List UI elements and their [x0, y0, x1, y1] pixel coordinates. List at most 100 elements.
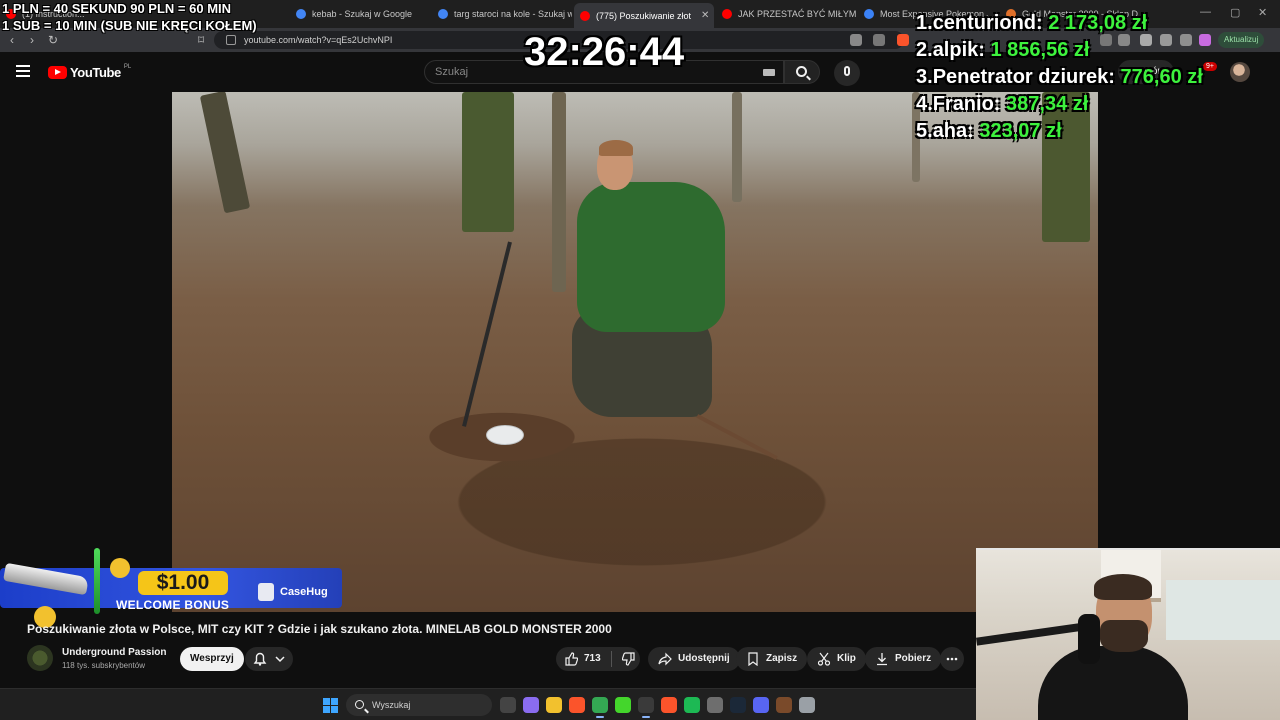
person-green-hoodie — [577, 182, 725, 332]
menu-icon[interactable] — [16, 65, 30, 77]
donor-amount: 323,07 zł — [979, 120, 1062, 142]
tree-trunk — [199, 92, 251, 214]
download-label: Pobierz — [895, 653, 932, 664]
tab-label: kebab - Szukaj w Google — [312, 9, 413, 19]
thumbs-down-icon — [621, 652, 635, 666]
file-explorer-icon[interactable] — [546, 697, 562, 713]
brave-browser-icon[interactable] — [661, 697, 677, 713]
razer-icon[interactable] — [615, 697, 631, 713]
notification-settings-button[interactable] — [245, 647, 293, 671]
close-tab-icon[interactable]: ✕ — [701, 10, 709, 21]
knife-skin-image — [94, 548, 100, 614]
promo-price: $1.00 — [138, 571, 228, 595]
streamer-webcam — [976, 548, 1280, 720]
stream-rules-overlay: 1 PLN = 40 SEKUND 90 PLN = 60 MIN 1 SUB … — [2, 0, 257, 34]
chrome-icon[interactable] — [592, 697, 608, 718]
browser-tab[interactable]: targ staroci na kole - Szukaj w — [432, 4, 572, 24]
like-count: 713 — [584, 653, 601, 664]
donor-name: alpik: — [932, 39, 985, 61]
channel-avatar[interactable] — [27, 645, 53, 671]
donor-amount: 776,60 zł — [1120, 66, 1203, 88]
donor-entry: 5.aha: 323,07 zł — [916, 118, 1203, 145]
browser-tab[interactable]: kebab - Szukaj w Google — [290, 4, 430, 24]
streamer-body — [1038, 646, 1188, 720]
donor-entry: 1.centuriond: 2 173,08 zł — [916, 10, 1203, 37]
kitchen-cabinets — [1166, 580, 1280, 640]
account-avatar[interactable] — [1230, 62, 1250, 82]
reload-icon[interactable]: ↻ — [48, 33, 58, 47]
obs-icon[interactable] — [638, 697, 654, 718]
support-button[interactable]: Wesprzyj — [180, 647, 244, 671]
task-view-icon[interactable] — [500, 697, 516, 713]
windows-start-icon[interactable] — [323, 698, 338, 713]
like-dislike-group: 713 — [556, 647, 640, 671]
donor-amount: 387,34 zł — [1006, 93, 1089, 115]
cast-icon[interactable] — [850, 34, 862, 46]
donor-entry: 3.Penetrator dziurek: 776,60 zł — [916, 64, 1203, 91]
browser-tab[interactable]: JAK PRZESTAĆ BYĆ MIŁYM FAC — [716, 4, 856, 24]
calculator-icon[interactable] — [707, 697, 723, 713]
download-button[interactable]: Pobierz — [865, 647, 942, 671]
video-title: Poszukiwanie złota w Polsce, MIT czy KIT… — [27, 622, 612, 636]
search-icon — [355, 700, 364, 709]
channel-name[interactable]: Underground Passion — [62, 647, 166, 658]
search-button[interactable] — [784, 60, 820, 84]
youtube-play-icon — [48, 66, 67, 79]
streamer-beard — [1100, 620, 1148, 652]
youtube-favicon-icon — [722, 9, 732, 19]
site-info-icon[interactable] — [226, 35, 236, 45]
forward-icon[interactable]: › — [30, 33, 34, 47]
dislike-button[interactable] — [618, 652, 640, 666]
back-icon[interactable]: ‹ — [10, 33, 14, 47]
donor-entry: 2.alpik: 1 856,56 zł — [916, 37, 1203, 64]
maximize-icon[interactable]: ▢ — [1230, 6, 1240, 19]
browser-tab-active[interactable]: (775) Poszukiwanie złot ✕ — [574, 3, 714, 28]
close-window-icon[interactable]: ✕ — [1258, 6, 1267, 19]
casehug-promo-banner: $1.00 WELCOME BONUS CaseHug — [0, 548, 342, 628]
mic-boom-arm — [976, 622, 1087, 646]
settings-icon[interactable] — [799, 697, 815, 713]
more-actions-button[interactable] — [940, 647, 964, 671]
video-player[interactable] — [172, 92, 1098, 612]
brave-shield-icon[interactable] — [897, 34, 909, 46]
rules-line: 1 PLN = 40 SEKUND 90 PLN = 60 MIN — [2, 1, 232, 16]
clip-button[interactable]: Klip — [807, 647, 866, 671]
steam-icon[interactable] — [730, 697, 746, 713]
share-button[interactable]: Udostępnij — [648, 647, 740, 671]
casehug-logo: CaseHug — [258, 583, 328, 601]
casehug-brand-text: CaseHug — [280, 586, 328, 598]
donor-name: Franio: — [932, 93, 1001, 115]
tree-trunk — [462, 92, 514, 232]
voice-search-button[interactable] — [834, 60, 860, 86]
taskbar-search-input[interactable]: Wyszukaj — [346, 694, 492, 716]
youtube-favicon-icon — [580, 10, 590, 21]
promo-bonus-text: WELCOME BONUS — [116, 598, 230, 612]
discord-icon[interactable] — [753, 697, 769, 713]
tree-trunk — [552, 92, 566, 292]
donor-rank: 1. — [916, 12, 933, 34]
spotify-icon[interactable] — [684, 697, 700, 713]
brave-icon[interactable] — [569, 697, 585, 713]
google-favicon-icon — [296, 9, 306, 19]
share-icon — [658, 652, 672, 666]
save-button[interactable]: Zapisz — [736, 647, 808, 671]
google-favicon-icon — [438, 9, 448, 19]
update-button[interactable]: Aktualizuj — [1218, 32, 1265, 48]
like-button[interactable]: 713 — [564, 647, 601, 671]
youtube-logo[interactable]: YouTube PL — [48, 63, 132, 80]
person-hair — [599, 140, 633, 156]
share-page-icon[interactable] — [873, 34, 885, 46]
keyboard-icon[interactable] — [763, 69, 775, 76]
bell-icon — [253, 652, 285, 666]
like-divider — [610, 651, 612, 667]
region-label: PL — [123, 63, 132, 70]
metal-detector-shaft — [462, 241, 512, 427]
donor-amount: 1 856,56 zł — [990, 39, 1090, 61]
bookmark-icon[interactable]: ⌑ — [198, 33, 204, 47]
donor-rank: 2. — [916, 39, 933, 61]
subscriber-count: 118 tys. subskrybentów — [62, 661, 146, 670]
game-icon[interactable] — [776, 697, 792, 713]
clip-label: Klip — [837, 653, 856, 664]
copilot-icon[interactable] — [523, 697, 539, 713]
notifications-badge[interactable]: 9+ — [1203, 62, 1217, 71]
